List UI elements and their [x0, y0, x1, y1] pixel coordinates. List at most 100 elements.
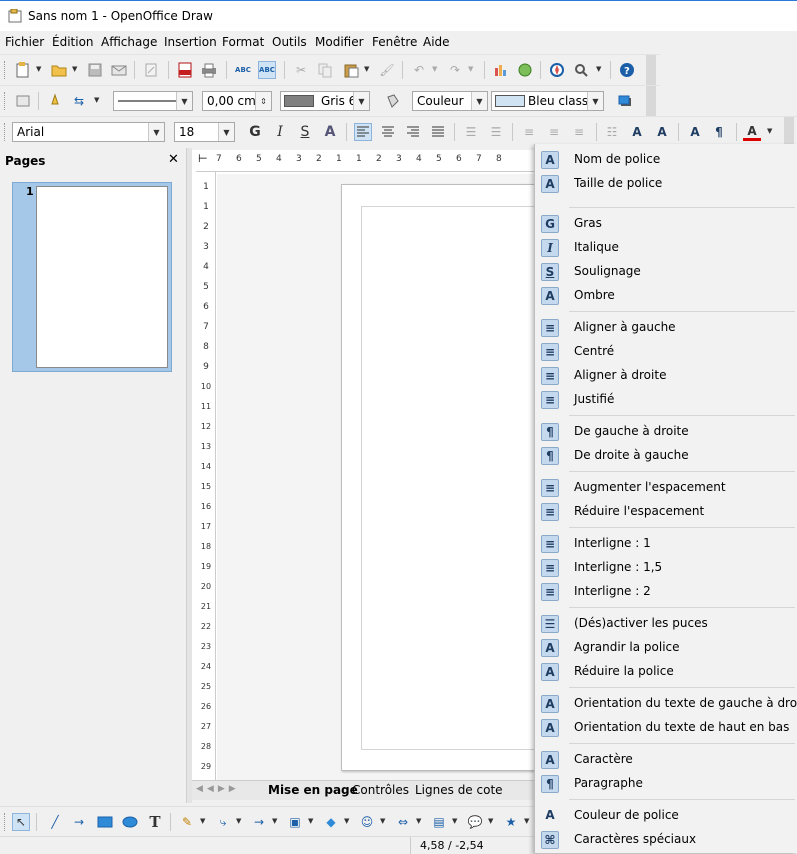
new-document-icon[interactable]: [14, 61, 32, 79]
menu-item-line-spacing-15[interactable]: ≡ Interligne : 1,5: [535, 556, 797, 580]
align-center-icon[interactable]: [379, 123, 397, 141]
tab-stop-icon[interactable]: ⊢: [198, 152, 208, 165]
menu-outils[interactable]: Outils: [272, 35, 307, 49]
curve-tool-icon[interactable]: ✎: [178, 813, 196, 831]
toolbar-overflow-button[interactable]: [646, 86, 656, 116]
spellcheck-icon[interactable]: ABC: [234, 61, 252, 79]
paragraph-icon[interactable]: ¶: [710, 123, 728, 141]
paste-icon[interactable]: [342, 61, 360, 79]
menu-item-italic[interactable]: I Italique: [535, 236, 797, 260]
tab-lignes-de-cote[interactable]: Lignes de cote: [415, 783, 503, 797]
basic-shapes-icon[interactable]: ◆: [322, 813, 340, 831]
redo-icon[interactable]: ↷: [446, 61, 464, 79]
toolbar-grip[interactable]: [4, 92, 7, 110]
spin-buttons[interactable]: ⇕: [255, 92, 271, 110]
menu-item-align-right[interactable]: ≡ Aligner à droite: [535, 364, 797, 388]
menu-item-increase-spacing[interactable]: ≡ Augmenter l'espacement: [535, 476, 797, 500]
page-thumbnail[interactable]: [36, 186, 168, 368]
menu-item-decrease-spacing[interactable]: ≡ Réduire l'espacement: [535, 500, 797, 524]
lines-arrows-icon[interactable]: →: [250, 813, 268, 831]
edit-file-icon[interactable]: [142, 61, 160, 79]
stars-icon[interactable]: ★: [502, 813, 520, 831]
cut-icon[interactable]: ✂: [292, 61, 310, 79]
bold-icon[interactable]: G: [246, 123, 264, 141]
horizontal-ruler[interactable]: ⊢ 7 6 5 4 3 2 1 1 2 3 4 5 6 7 8: [196, 150, 536, 172]
line-spacing-1-icon[interactable]: ≡: [520, 123, 538, 141]
zoom-icon[interactable]: [572, 61, 590, 79]
chevron-down-icon[interactable]: ▼: [468, 65, 476, 73]
font-size-select[interactable]: 18 ▼: [174, 122, 235, 142]
chevron-down-icon[interactable]: ▼: [148, 123, 164, 141]
fontwork-gallery-icon[interactable]: [516, 61, 534, 79]
navigator-icon[interactable]: [548, 61, 566, 79]
menu-item-font-size[interactable]: A Taille de police: [535, 172, 797, 196]
menu-edition[interactable]: Édition: [52, 35, 94, 49]
menu-item-text-horizontal[interactable]: A Orientation du texte de gauche à droite: [535, 692, 797, 716]
area-icon[interactable]: [384, 92, 402, 110]
chevron-down-icon[interactable]: ▼: [344, 817, 352, 825]
chevron-down-icon[interactable]: ▼: [596, 65, 604, 73]
menu-item-justify[interactable]: ≡ Justifié: [535, 388, 797, 412]
character-icon[interactable]: A: [686, 123, 704, 141]
open-folder-icon[interactable]: [50, 61, 68, 79]
menu-format[interactable]: Format: [222, 35, 264, 49]
chevron-down-icon[interactable]: ▼: [72, 65, 80, 73]
decrease-spacing-icon[interactable]: ☰: [487, 123, 505, 141]
font-name-select[interactable]: Arial ▼: [12, 122, 165, 142]
italic-icon[interactable]: I: [271, 123, 289, 141]
menu-item-shrink-font[interactable]: A Réduire la police: [535, 660, 797, 684]
justify-icon[interactable]: [429, 123, 447, 141]
menu-item-font-color[interactable]: A Couleur de police: [535, 804, 797, 828]
menu-item-character[interactable]: A Caractère: [535, 748, 797, 772]
menu-item-font-name[interactable]: A Nom de police: [535, 148, 797, 172]
tab-nav-arrows[interactable]: ◀◀▶▶: [196, 784, 240, 794]
line-spacing-2-icon[interactable]: ≡: [570, 123, 588, 141]
menu-item-special-chars[interactable]: ⌘ Caractères spéciaux: [535, 828, 797, 852]
font-color-icon[interactable]: A: [743, 123, 761, 141]
align-right-icon[interactable]: [404, 123, 422, 141]
line-spacing-15-icon[interactable]: ≡: [545, 123, 563, 141]
styles-icon[interactable]: [14, 92, 32, 110]
line-color-select[interactable]: Gris 6 ▼: [280, 91, 370, 111]
chevron-down-icon[interactable]: ▼: [587, 92, 603, 110]
ellipse-tool-icon[interactable]: [121, 813, 139, 831]
menu-affichage[interactable]: Affichage: [101, 35, 157, 49]
line-width-field[interactable]: 0,00 cm ⇕: [202, 91, 272, 111]
menu-item-shadow[interactable]: A Ombre: [535, 284, 797, 308]
chevron-down-icon[interactable]: ▼: [176, 92, 192, 110]
line-icon[interactable]: [46, 92, 64, 110]
menu-modifier[interactable]: Modifier: [315, 35, 364, 49]
area-style-select[interactable]: Couleur ▼: [412, 91, 488, 111]
menu-aide[interactable]: Aide: [423, 35, 450, 49]
help-icon[interactable]: ?: [618, 61, 636, 79]
menu-item-rtl[interactable]: ¶ De droite à gauche: [535, 444, 797, 468]
tab-controles[interactable]: Contrôles: [352, 783, 409, 797]
menu-item-grow-font[interactable]: A Agrandir la police: [535, 636, 797, 660]
chevron-down-icon[interactable]: ▼: [200, 817, 208, 825]
chevron-down-icon[interactable]: ▼: [471, 92, 487, 110]
chevron-down-icon[interactable]: ▼: [364, 65, 372, 73]
chevron-down-icon[interactable]: ▼: [416, 817, 424, 825]
arrow-style-icon[interactable]: ⇆: [70, 92, 88, 110]
chevron-down-icon[interactable]: ▼: [36, 65, 44, 73]
menu-item-paragraph[interactable]: ¶ Paragraphe: [535, 772, 797, 796]
print-icon[interactable]: [200, 61, 218, 79]
auto-spellcheck-icon[interactable]: ABC: [258, 61, 276, 79]
menu-item-line-spacing-1[interactable]: ≡ Interligne : 1: [535, 532, 797, 556]
toolbar-grip[interactable]: [4, 123, 7, 141]
symbol-shapes-icon[interactable]: ☺: [358, 813, 376, 831]
shrink-font-icon[interactable]: A: [653, 123, 671, 141]
vertical-ruler[interactable]: 1 1 2 3 4 5 6 7 8 9 10 11 12 13 14 15 16 17 18 19 20 21 22 23 24…: [196, 172, 216, 780]
toolbar-grip[interactable]: [4, 61, 7, 79]
undo-icon[interactable]: ↶: [410, 61, 428, 79]
grow-font-icon[interactable]: A: [628, 123, 646, 141]
3d-objects-icon[interactable]: ▣: [286, 813, 304, 831]
underline-icon[interactable]: S: [296, 123, 314, 141]
chevron-down-icon[interactable]: ▼: [308, 817, 316, 825]
line-tool-icon[interactable]: ╱: [46, 813, 64, 831]
bullets-icon[interactable]: ☷: [603, 123, 621, 141]
line-style-select[interactable]: ▼: [113, 91, 193, 111]
chevron-down-icon[interactable]: ▼: [272, 817, 280, 825]
chevron-down-icon[interactable]: ▼: [767, 127, 775, 135]
menu-item-align-left[interactable]: ≡ Aligner à gauche: [535, 316, 797, 340]
